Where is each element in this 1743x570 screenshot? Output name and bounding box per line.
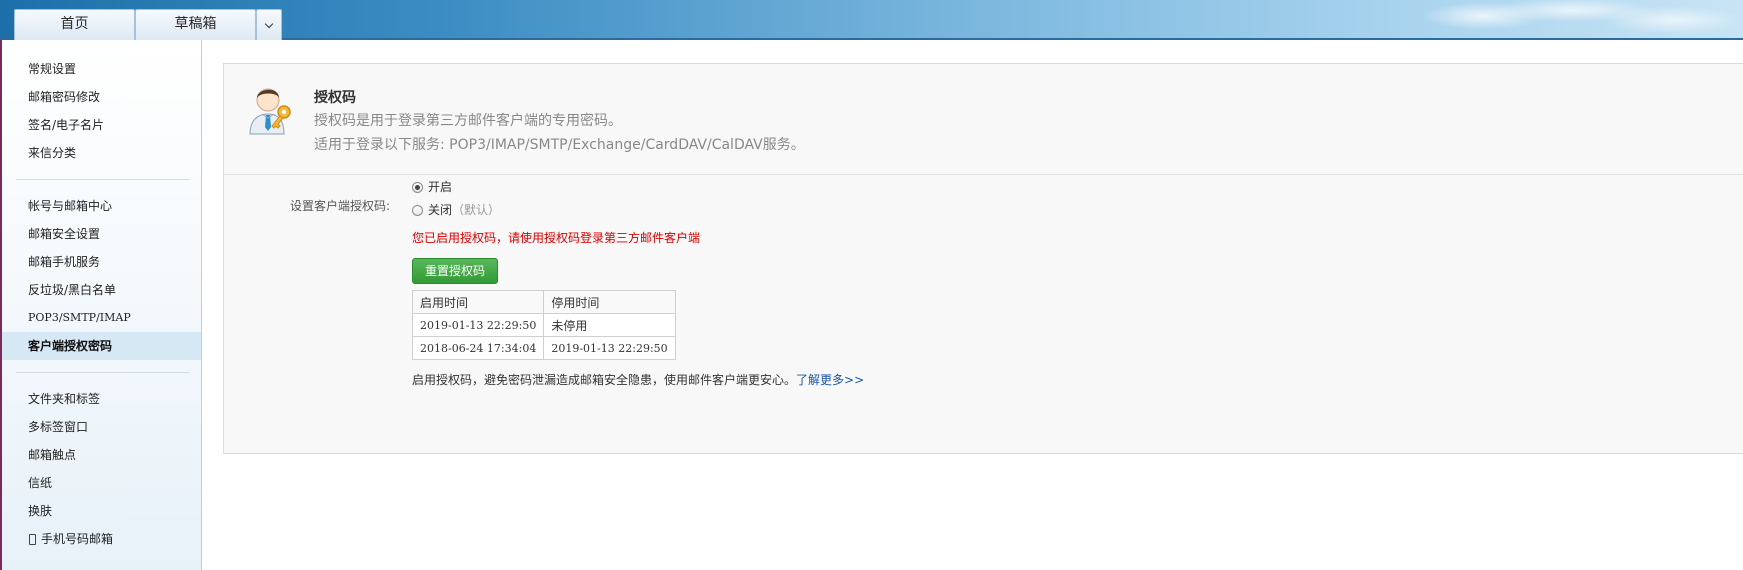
footer-text: 启用授权码，避免密码泄漏造成邮箱安全隐患，使用邮件客户端更安心。: [412, 373, 797, 387]
sidebar-item-mail-filter[interactable]: 来信分类: [2, 139, 201, 167]
sidebar-item-folders-labels[interactable]: 文件夹和标签: [2, 385, 201, 413]
sidebar-item-password-change[interactable]: 邮箱密码修改: [2, 83, 201, 111]
sidebar-item-security-settings[interactable]: 邮箱安全设置: [2, 220, 201, 248]
auth-history-table: 启用时间 停用时间 2019-01-13 22:29:50 未停用 2018-0…: [411, 290, 676, 360]
sidebar-item-account-center[interactable]: 帐号与邮箱中心: [2, 192, 201, 220]
sidebar-item-skin[interactable]: 换肤: [2, 497, 201, 525]
table-row: 2019-01-13 22:29:50 未停用: [411, 313, 676, 337]
radio-option-on[interactable]: 开启: [412, 178, 452, 196]
sidebar-item-pop3-smtp-imap[interactable]: POP3/SMTP/IMAP: [2, 304, 201, 332]
reset-auth-code-button[interactable]: 重置授权码: [412, 258, 498, 284]
table-cell: 2019-01-13 22:29:50: [543, 336, 676, 360]
sidebar-divider: [16, 372, 189, 373]
setting-label: 设置客户端授权码:: [290, 199, 391, 213]
radio-off-hint: （默认）: [452, 203, 501, 217]
table-cell: 未停用: [543, 313, 676, 337]
settings-sidebar: 常规设置 邮箱密码修改 签名/电子名片 来信分类 帐号与邮箱中心 邮箱安全设置 …: [2, 40, 202, 570]
table-cell: 2018-06-24 17:34:04: [411, 336, 545, 360]
sidebar-item-label: 手机号码邮箱: [41, 532, 114, 546]
sidebar-group-general: 常规设置 邮箱密码修改 签名/电子名片 来信分类: [2, 55, 201, 167]
sidebar-item-signature[interactable]: 签名/电子名片: [2, 111, 201, 139]
sidebar-group-account: 帐号与邮箱中心 邮箱安全设置 邮箱手机服务 反垃圾/黑白名单 POP3/SMTP…: [2, 192, 201, 360]
tab-bar: 首页 草稿箱: [14, 9, 282, 40]
radio-on-label: 开启: [428, 180, 453, 194]
chevron-down-icon: [264, 19, 274, 29]
sidebar-item-general-settings[interactable]: 常规设置: [2, 55, 201, 83]
sidebar-item-multi-tab[interactable]: 多标签窗口: [2, 413, 201, 441]
sidebar-item-mobile-service[interactable]: 邮箱手机服务: [2, 248, 201, 276]
table-header-row: 启用时间 停用时间: [411, 290, 676, 314]
mail-settings-window: 首页 草稿箱 常规设置 邮箱密码修改 签名/电子名片 来信分类 帐号与邮箱中心 …: [0, 0, 1743, 570]
table-cell: 2019-01-13 22:29:50: [411, 313, 545, 337]
sidebar-item-stationery[interactable]: 信纸: [2, 469, 201, 497]
table-row: 2018-06-24 17:34:04 2019-01-13 22:29:50: [411, 336, 676, 360]
header-clouds-decoration: [1413, 0, 1743, 38]
auth-code-panel: 授权码 授权码是用于登录第三方邮件客户端的专用密码。 适用于登录以下服务: PO…: [223, 63, 1743, 454]
sidebar-divider: [16, 179, 189, 180]
top-header: 首页 草稿箱: [0, 0, 1743, 40]
tab-more-dropdown[interactable]: [256, 9, 282, 40]
footer-note: 启用授权码，避免密码泄漏造成邮箱安全隐患，使用邮件客户端更安心。了解更多>>: [412, 371, 864, 388]
enabled-warning: 您已启用授权码，请使用授权码登录第三方邮件客户端: [412, 231, 701, 245]
description-line-2: 适用于登录以下服务: POP3/IMAP/SMTP/Exchange/CardD…: [314, 137, 805, 153]
tab-home[interactable]: 首页: [14, 9, 135, 40]
sidebar-item-phone-mailbox[interactable]: 手机号码邮箱: [2, 525, 201, 553]
sidebar-item-client-auth-code[interactable]: 客户端授权密码: [2, 332, 201, 360]
column-header-disabled-time: 停用时间: [543, 290, 676, 314]
radio-off[interactable]: [412, 205, 423, 216]
page-title: 授权码: [314, 90, 356, 106]
sidebar-item-touchpoint[interactable]: 邮箱触点: [2, 441, 201, 469]
tab-drafts[interactable]: 草稿箱: [135, 9, 256, 40]
column-header-enabled-time: 启用时间: [411, 290, 545, 314]
sidebar-group-personalize: 文件夹和标签 多标签窗口 邮箱触点 信纸 换肤 手机号码邮箱: [2, 385, 201, 553]
radio-option-off[interactable]: 关闭（默认）: [412, 201, 500, 219]
radio-off-label: 关闭: [428, 203, 453, 217]
radio-on[interactable]: [412, 182, 423, 193]
sidebar-item-antispam[interactable]: 反垃圾/黑白名单: [2, 276, 201, 304]
user-key-icon: [249, 88, 291, 135]
panel-header: 授权码 授权码是用于登录第三方邮件客户端的专用密码。 适用于登录以下服务: PO…: [224, 64, 1743, 175]
learn-more-link[interactable]: 了解更多>>: [796, 373, 864, 387]
description-line-1: 授权码是用于登录第三方邮件客户端的专用密码。: [314, 113, 622, 129]
phone-icon: [29, 534, 36, 545]
